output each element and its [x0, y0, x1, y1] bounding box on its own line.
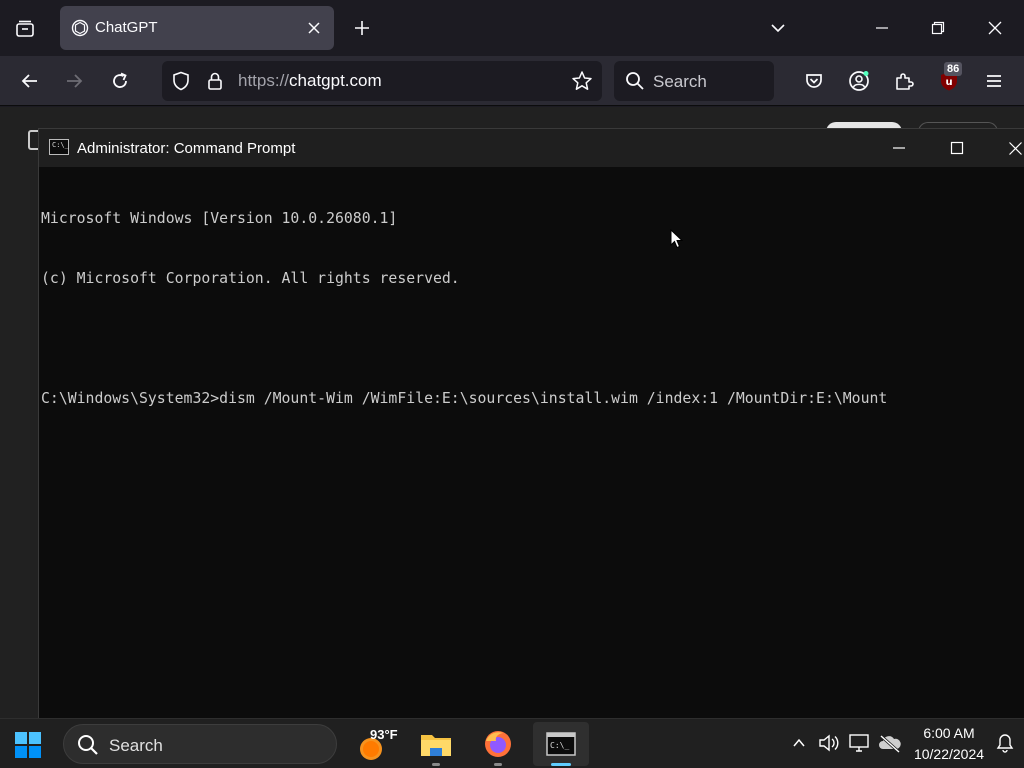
volume-icon[interactable] — [817, 731, 841, 755]
search-icon — [624, 70, 646, 92]
close-tab-icon[interactable] — [302, 16, 326, 40]
console-line-version: Microsoft Windows [Version 10.0.26080.1] — [41, 210, 398, 227]
search-placeholder: Search — [653, 72, 707, 91]
svg-text:u: u — [945, 77, 952, 88]
console-line-copyright: (c) Microsoft Corporation. All rights re… — [41, 270, 460, 287]
back-arrow-icon[interactable] — [14, 65, 46, 97]
firefox-view-icon[interactable] — [10, 14, 40, 44]
command-prompt-window[interactable]: C:\_ Administrator: Command Prompt Micro… — [38, 128, 1024, 728]
mouse-cursor-icon — [670, 228, 684, 254]
notification-bell-icon[interactable] — [993, 731, 1017, 755]
cmd-title-bar[interactable]: C:\_ Administrator: Command Prompt — [39, 129, 1024, 167]
extensions-puzzle-icon[interactable] — [888, 65, 920, 97]
pocket-icon[interactable] — [798, 65, 830, 97]
onedrive-offline-icon[interactable] — [878, 731, 902, 755]
terminal-icon[interactable]: C:\_ — [533, 722, 589, 766]
new-tab-icon[interactable] — [348, 14, 376, 42]
firefox-icon[interactable] — [470, 722, 526, 766]
url-host: chatgpt.com — [289, 71, 382, 90]
taskbar-clock[interactable]: 6:00 AM 10/22/2024 — [908, 723, 990, 765]
cmd-close-icon[interactable] — [995, 133, 1024, 163]
cmd-app-icon: C:\_ — [49, 139, 69, 155]
search-bar[interactable]: Search — [614, 61, 774, 101]
menu-hamburger-icon[interactable] — [978, 65, 1010, 97]
taskbar-search-label: Search — [109, 736, 163, 755]
close-window-icon[interactable] — [975, 8, 1015, 48]
console-line-command[interactable]: C:\Windows\System32>dism /Mount-Wim /Wim… — [41, 389, 1021, 409]
tab-title: ChatGPT — [95, 19, 158, 36]
url-scheme: https:// — [238, 71, 290, 90]
tab-chatgpt[interactable]: ChatGPT — [60, 6, 334, 50]
restore-icon[interactable] — [918, 8, 958, 48]
tracking-protection-shield-icon[interactable] — [170, 70, 192, 92]
svg-text:C:\_: C:\_ — [550, 741, 569, 750]
cmd-window-title: Administrator: Command Prompt — [77, 140, 296, 157]
account-icon[interactable] — [843, 65, 875, 97]
taskbar-search-box[interactable]: Search — [63, 724, 337, 764]
file-explorer-icon[interactable] — [408, 722, 464, 766]
address-bar[interactable]: https://chatgpt.com — [162, 61, 602, 101]
cmd-minimize-icon[interactable] — [879, 133, 919, 163]
show-hidden-icons-chevron-icon[interactable] — [787, 731, 811, 755]
url-text[interactable]: https://chatgpt.com — [238, 71, 382, 91]
bookmark-star-icon[interactable] — [570, 69, 594, 93]
terminal-active-indicator — [551, 763, 571, 766]
clock-time: 6:00 AM — [923, 725, 975, 741]
lock-icon[interactable] — [204, 70, 226, 92]
file-explorer-running-indicator — [432, 763, 440, 766]
weather-temperature: 93°F — [370, 727, 398, 742]
clock-date: 10/22/2024 — [913, 746, 985, 762]
forward-arrow-icon[interactable] — [58, 65, 90, 97]
cmd-console-output[interactable]: Microsoft Windows [Version 10.0.26080.1]… — [41, 169, 1021, 449]
taskbar-search-icon — [76, 733, 100, 757]
browser-navigation-bar: https://chatgpt.com Search u — [0, 56, 1024, 106]
firefox-running-indicator — [494, 763, 502, 766]
extension-badge: 86 — [944, 62, 963, 76]
cmd-maximize-icon[interactable] — [937, 133, 977, 163]
browser-tab-bar: ChatGPT — [0, 0, 1024, 56]
windows-start-icon[interactable] — [8, 725, 48, 765]
network-icon[interactable] — [847, 731, 871, 755]
minimize-icon[interactable] — [862, 8, 902, 48]
list-all-tabs-icon[interactable] — [764, 14, 792, 42]
windows-taskbar: Search 93°F C:\_ 6:00 AM 10/22/2024 — [0, 718, 1024, 768]
chatgpt-logo-icon — [70, 18, 90, 38]
reload-icon[interactable] — [104, 65, 136, 97]
